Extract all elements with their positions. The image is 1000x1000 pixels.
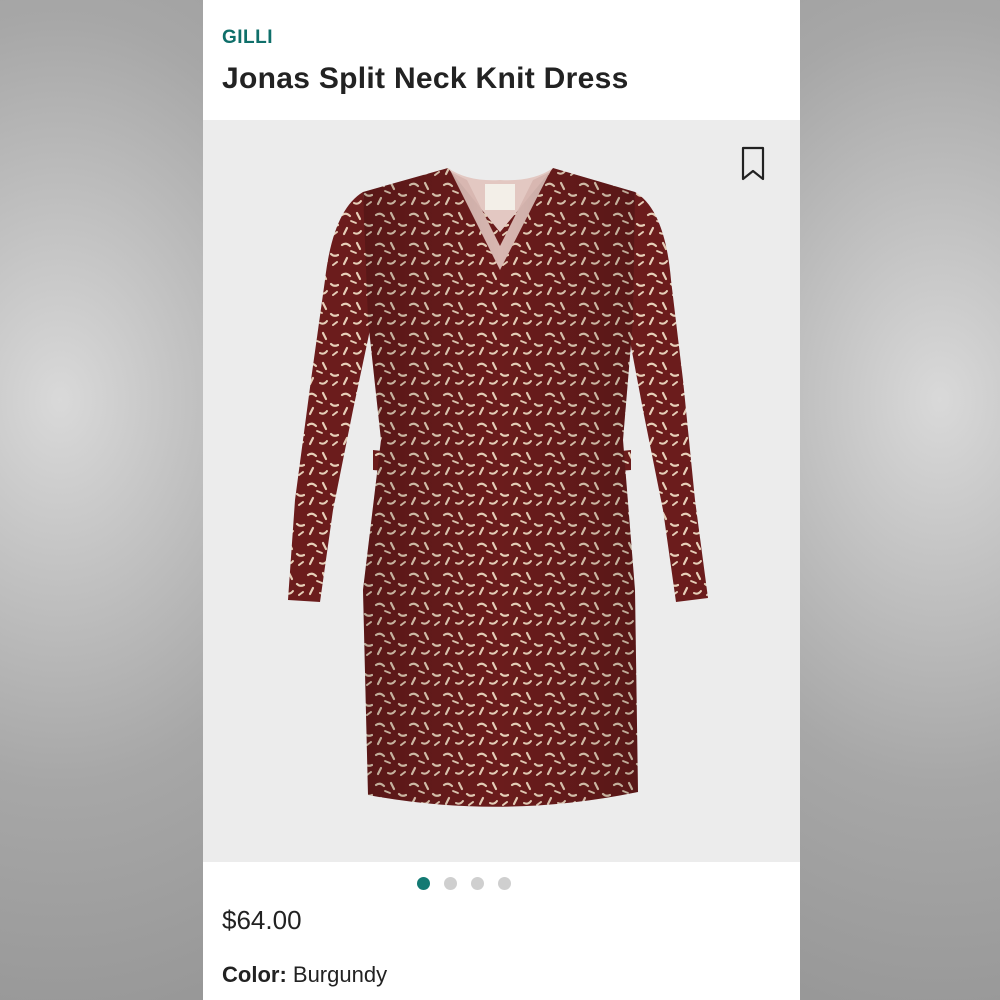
carousel-dot-3[interactable] — [471, 877, 484, 890]
color-value: Burgundy — [292, 962, 388, 987]
product-title: Jonas Split Neck Knit Dress — [222, 62, 629, 95]
color-row: Color: Burgundy — [222, 962, 387, 988]
product-image — [288, 168, 708, 807]
product-screen: GILLI Jonas Split Neck Knit Dress $64.00… — [203, 0, 800, 1000]
brand-name[interactable]: GILLI — [222, 27, 273, 49]
carousel-dot-1[interactable] — [417, 877, 430, 890]
carousel-dot-4[interactable] — [498, 877, 511, 890]
product-price: $64.00 — [222, 905, 302, 935]
product-image-carousel[interactable] — [203, 120, 800, 862]
bookmark-icon[interactable] — [740, 146, 766, 182]
carousel-indicators — [203, 877, 800, 890]
color-label: Color: — [222, 962, 287, 987]
carousel-dot-2[interactable] — [444, 877, 457, 890]
